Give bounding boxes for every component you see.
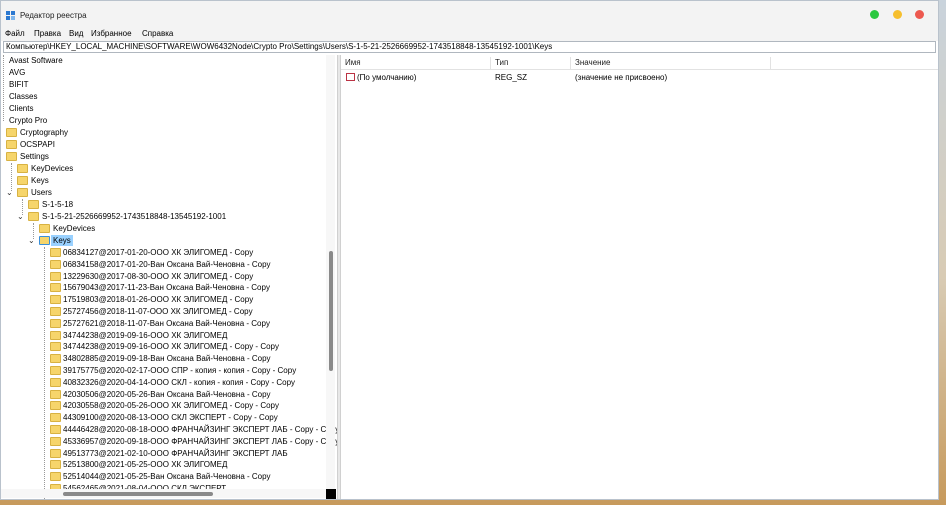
folder-icon [50,354,61,364]
folder-icon [50,330,61,340]
list-header: Имя Тип Значение [341,55,938,70]
title-bar: Редактор реестра [1,1,938,28]
tree-item-label: S-1-5-21-2526669952-1743518848-13545192-… [42,212,227,221]
tree-guide-line [44,247,45,499]
tree-item-label: Settings [20,152,49,161]
folder-icon [6,152,17,161]
tree-item-label: BIFIT [9,80,29,89]
registry-editor-window: Редактор реестра Файл Правка Вид Избранн… [0,0,939,500]
tree-item-label: 13229630@2017-08-30-ООО ХК ЭЛИГОМЕД - Co… [63,271,254,281]
folder-icon [50,342,61,352]
tree-item-label: 42030506@2020-05-26-Ван Оксана Вай-Ченов… [63,389,271,399]
tree-item-label: 06834127@2017-01-20-ООО ХК ЭЛИГОМЕД - Co… [63,248,254,257]
tree-item-label: Keys [51,235,73,246]
tree-item-label: 34802885@2019-09-18-Ван Оксана Вай-Ченов… [63,354,271,364]
folder-icon [6,128,17,137]
tree-item-label: 15679043@2017-11-23-Ван Оксана Вай-Ченов… [63,283,270,293]
tree-horizontal-scroll-thumb[interactable] [63,492,213,496]
address-bar[interactable]: Компьютер\HKEY_LOCAL_MACHINE\SOFTWARE\WO… [3,41,936,53]
close-button[interactable] [915,10,924,19]
tree-item-label: 42030558@2020-05-26-ООО ХК ЭЛИГОМЕД - Co… [63,401,279,411]
tree-item-label: 39175775@2020-02-17-ООО СПР - копия - ко… [63,366,297,375]
tree-item-label: 52513800@2021-05-25-ООО ХК ЭЛИГОМЕД [63,460,228,470]
folder-icon [50,248,61,257]
folder-icon [39,224,50,233]
column-header-name[interactable]: Имя [341,57,491,69]
folder-icon [50,472,61,482]
menu-file[interactable]: Файл [5,29,25,38]
folder-icon [50,425,61,434]
tree-item-label: OCSPAPI [20,140,55,149]
folder-icon [50,318,61,328]
tree-item-label: Users [31,188,52,197]
folder-icon [50,271,61,281]
folder-icon [50,448,61,458]
folder-icon [50,401,61,411]
window-title: Редактор реестра [20,11,87,20]
tree-item-label: AVG [9,68,26,77]
tree-item-label: 40832326@2020-04-14-ООО СКЛ - копия - ко… [63,377,296,387]
menu-favorites[interactable]: Избранное [91,29,132,38]
menu-view[interactable]: Вид [69,29,83,38]
tree-item-label: Avast Software [9,56,63,65]
tree-item-label: 45336957@2020-09-18-ООО ФРАНЧАЙЗИНГ ЭКСП… [63,436,337,446]
folder-icon [50,259,61,269]
tree-item-label: 44446428@2020-08-18-ООО ФРАНЧАЙЗИНГ ЭКСП… [63,425,337,434]
folder-icon [39,236,50,245]
chevron-down-icon[interactable]: ⌄ [6,187,13,198]
tree-item-label: 17519803@2018-01-26-ООО ХК ЭЛИГОМЕД - Co… [63,295,254,305]
folder-icon [28,200,39,209]
tree-item-label: Crypto Pro [9,116,48,125]
tree-item-label: 34744238@2019-09-16-ООО ХК ЭЛИГОМЕД [63,330,228,340]
tree-item-label: 49513773@2021-02-10-ООО ФРАНЧАЙЗИНГ ЭКСП… [63,448,288,458]
folder-icon [28,212,39,221]
value-data: (значение не присвоено) [575,73,668,82]
scrollbar-corner [326,489,336,499]
tree-item-label: 44309100@2020-08-13-ООО СКЛ ЭКСПЕРТ - Co… [63,413,278,423]
folder-icon [50,283,61,293]
minimize-button[interactable] [893,10,902,19]
value-type: REG_SZ [495,73,528,82]
tree-guide-line [3,55,4,121]
folder-icon [50,389,61,399]
menu-help[interactable]: Справка [142,29,173,38]
tree-vertical-scroll-thumb[interactable] [329,251,333,371]
values-list[interactable]: Имя Тип Значение (По умолчанию) REG_SZ (… [341,55,938,499]
tree-item-label: Clients [9,104,34,113]
folder-icon [50,377,61,387]
menu-bar: Файл Правка Вид Избранное Справка [1,28,938,41]
tree-item-label: KeyDevices [31,164,74,173]
maximize-button[interactable] [870,10,879,19]
string-value-icon [346,73,355,81]
tree-item-label: S-1-5-18 [42,200,74,209]
registry-editor-icon [6,11,15,20]
tree-item-label: 52514044@2021-05-25-Ван Оксана Вай-Ченов… [63,472,271,482]
folder-icon [50,436,61,446]
list-item[interactable]: (По умолчанию) REG_SZ (значение не присв… [341,72,938,83]
tree-item-label: 34744238@2019-09-16-ООО ХК ЭЛИГОМЕД - Co… [63,342,279,352]
folder-icon [6,140,17,149]
folder-icon [17,188,28,197]
chevron-down-icon[interactable]: ⌄ [17,211,24,222]
column-header-type[interactable]: Тип [491,57,571,69]
folder-icon [50,366,61,375]
column-header-value[interactable]: Значение [571,57,771,69]
folder-icon [17,164,28,173]
tree-item-label: 25727456@2018-11-07-ООО ХК ЭЛИГОМЕД - Co… [63,307,253,316]
folder-icon [50,413,61,423]
folder-icon [50,307,61,316]
tree-item-label: Classes [9,92,38,101]
tree-item-label: 06834158@2017-01-20-Ван Оксана Вай-Ченов… [63,259,271,269]
chevron-down-icon[interactable]: ⌄ [28,235,35,246]
folder-icon [17,176,28,185]
tree-item-label: Cryptography [20,128,69,137]
menu-edit[interactable]: Правка [34,29,61,38]
folder-icon [50,460,61,470]
registry-tree[interactable]: Avast Software AVG BIFIT Classes Clients… [1,55,337,499]
folder-icon [50,295,61,305]
tree-item-label: 25727621@2018-11-07-Ван Оксана Вай-Ченов… [63,318,270,328]
value-name: (По умолчанию) [357,73,417,82]
tree-item-label: Keys [31,176,49,185]
tree-item-label: KeyDevices [53,224,96,233]
